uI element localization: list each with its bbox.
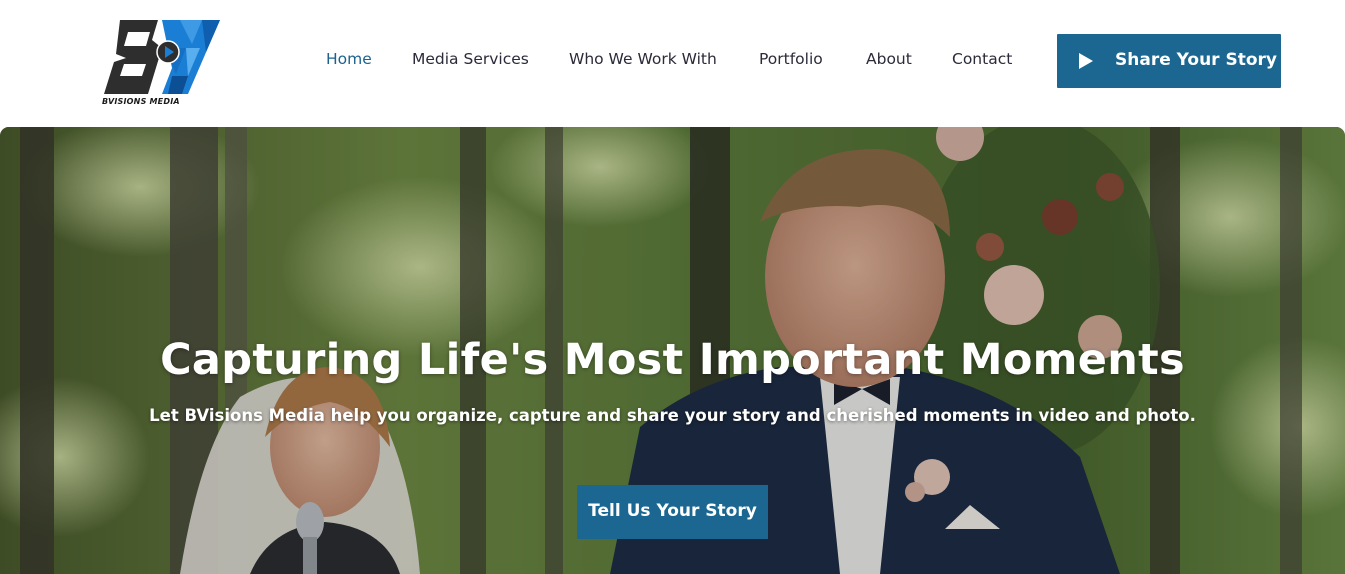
- hero-section: Capturing Life's Most Important Moments …: [0, 127, 1345, 574]
- nav-item-about[interactable]: About: [866, 50, 912, 68]
- play-icon: [1079, 53, 1093, 69]
- site-header: BVISIONS MEDIA Home Media Services Who W…: [0, 0, 1345, 127]
- hero-title: Capturing Life's Most Important Moments: [160, 335, 1185, 385]
- nav-item-media-services[interactable]: Media Services: [412, 50, 529, 68]
- tell-us-your-story-button[interactable]: Tell Us Your Story: [577, 485, 768, 539]
- hero-subtitle: Let BVisions Media help you organize, ca…: [149, 406, 1196, 425]
- brand-logo[interactable]: BVISIONS MEDIA: [102, 18, 222, 106]
- nav-item-home[interactable]: Home: [326, 50, 372, 68]
- nav-item-who-we-work-with[interactable]: Who We Work With: [569, 50, 717, 68]
- logo-wordmark: BVISIONS MEDIA: [102, 97, 180, 106]
- nav-item-portfolio[interactable]: Portfolio: [759, 50, 823, 68]
- share-your-story-button[interactable]: Share Your Story: [1057, 34, 1281, 88]
- tell-us-your-story-label: Tell Us Your Story: [588, 501, 757, 521]
- logo-mark-icon: [104, 20, 220, 94]
- share-your-story-label: Share Your Story: [1115, 50, 1277, 70]
- nav-item-contact[interactable]: Contact: [952, 50, 1012, 68]
